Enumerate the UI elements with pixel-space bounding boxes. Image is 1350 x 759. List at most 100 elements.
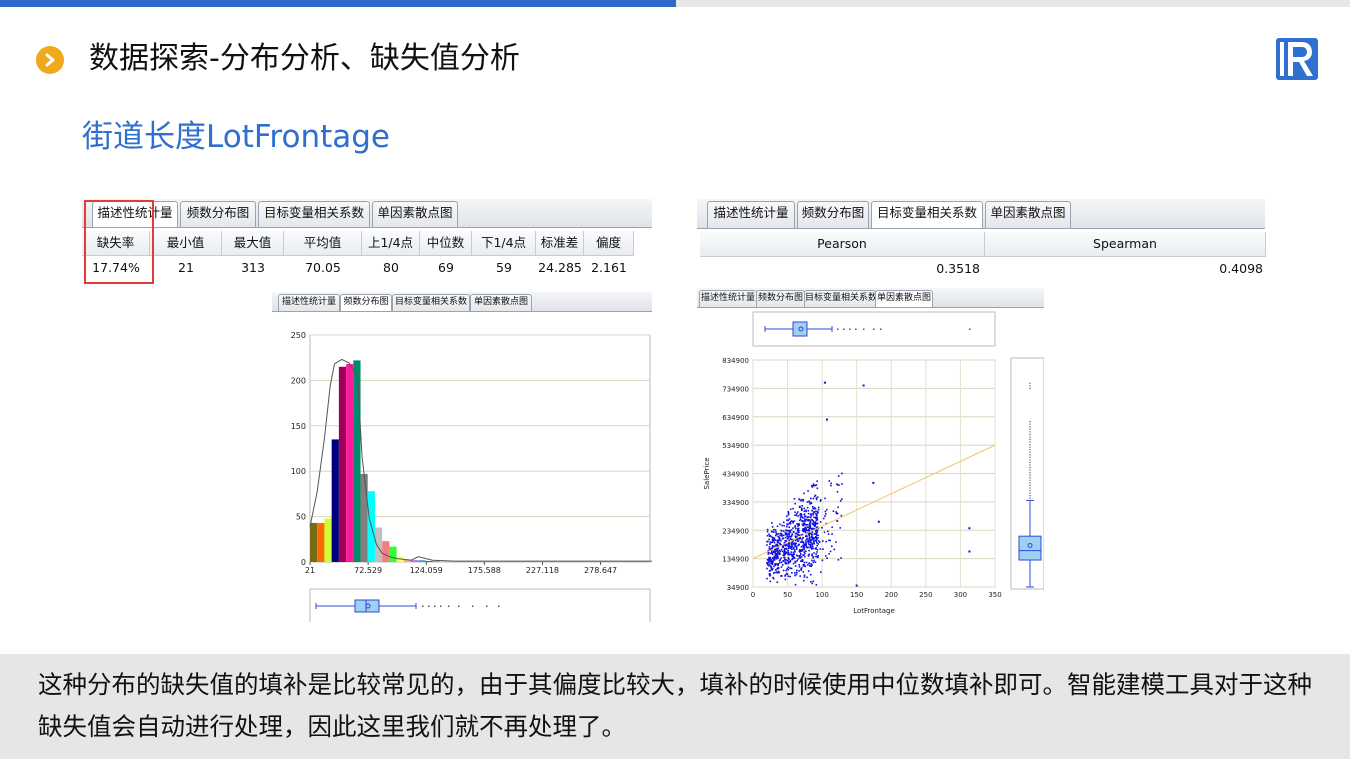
hist-y-tick: 50 [296, 513, 306, 522]
top-accent-bar [0, 0, 676, 7]
tab-descriptive-stats[interactable]: 描述性统计量 [699, 290, 757, 307]
scatter-x-tick: 100 [815, 591, 828, 599]
scatter-point [812, 547, 815, 550]
scatter-point [807, 519, 810, 521]
scatter-point [812, 561, 815, 564]
scatter-point [766, 544, 768, 546]
scatter-point [807, 512, 810, 515]
tab-single-factor-scatter[interactable]: 单因素散点图 [985, 201, 1071, 228]
scatter-point [829, 550, 832, 553]
scatter-point [790, 529, 793, 531]
scatter-point [794, 502, 796, 505]
tab-target-correlation[interactable]: 目标变量相关系数 [804, 290, 877, 307]
right-box-outlier [1029, 495, 1031, 497]
scatter-point [815, 547, 817, 549]
scatter-point [803, 544, 806, 546]
tab-frequency-chart[interactable]: 频数分布图 [797, 201, 869, 228]
scatter-point [812, 521, 815, 523]
scatter-point [815, 526, 818, 529]
scatter-point [817, 540, 820, 542]
scatter-point [788, 518, 791, 520]
scatter-y-tick: 734900 [722, 385, 749, 393]
scatter-point [808, 533, 810, 536]
right-box-outlier [1029, 492, 1031, 494]
top-box-outlier [837, 328, 839, 330]
tab-frequency-chart[interactable]: 频数分布图 [756, 290, 805, 307]
chevron-right-icon [36, 46, 64, 74]
top-box-outlier [855, 328, 857, 330]
scatter-point [813, 541, 815, 544]
tab-single-factor-scatter[interactable]: 单因素散点图 [875, 290, 933, 307]
tab-target-correlation[interactable]: 目标变量相关系数 [392, 294, 470, 311]
tab-single-factor-scatter[interactable]: 单因素散点图 [372, 201, 458, 227]
right-box-outlier [1029, 433, 1031, 435]
scatter-point [794, 511, 796, 514]
right-box-outlier [1029, 431, 1031, 433]
scatter-point [781, 564, 784, 566]
scatter-point [785, 540, 787, 542]
tab-frequency-chart[interactable]: 频数分布图 [180, 201, 256, 227]
scatter-point [778, 538, 781, 541]
scatter-point [835, 512, 838, 515]
scatter-point [803, 530, 806, 533]
scatter-point [812, 580, 815, 583]
scatter-point [802, 571, 805, 573]
scatter-point [767, 559, 770, 562]
top-box-outlier [873, 328, 875, 330]
scatter-point [776, 581, 779, 584]
scatter-point [779, 532, 782, 535]
scatter-point [786, 519, 788, 521]
scatter-point [785, 515, 788, 518]
scatter-point [766, 540, 768, 543]
scatter-point [789, 530, 791, 532]
scatter-point [782, 569, 785, 572]
scatter-point [804, 555, 806, 558]
scatter-point [792, 562, 795, 565]
scatter-point [813, 542, 816, 545]
scatter-point [768, 552, 770, 554]
scatter-point [828, 553, 830, 555]
hist-x-tick: 278.647 [584, 566, 617, 575]
stats-header-8: 偏度 [584, 231, 634, 256]
scatter-point [785, 533, 788, 535]
tab-target-correlation[interactable]: 目标变量相关系数 [258, 201, 370, 227]
right-box-outlier [1029, 449, 1031, 451]
hist-bar [346, 364, 354, 562]
scatter-point [830, 484, 832, 487]
scatter-point [827, 533, 830, 535]
tab-frequency-chart[interactable]: 频数分布图 [340, 294, 392, 311]
tab-single-factor-scatter[interactable]: 单因素散点图 [470, 294, 532, 311]
right-box-outlier [1029, 426, 1031, 428]
scatter-point [794, 514, 796, 517]
scatter-point [821, 540, 824, 542]
scatter-point [826, 530, 829, 533]
scatter-point [787, 566, 790, 569]
scatter-point [797, 534, 799, 536]
tab-descriptive-stats[interactable]: 描述性统计量 [278, 294, 340, 311]
scatter-point [796, 523, 798, 526]
scatter-point [839, 500, 842, 502]
scatter-point [787, 562, 790, 565]
right-box-outlier [1029, 456, 1031, 458]
tab-target-correlation[interactable]: 目标变量相关系数 [871, 201, 983, 228]
scatter-point [803, 551, 806, 554]
hist-bar [382, 541, 390, 562]
scatter-point [784, 561, 786, 563]
hist-bar [432, 561, 440, 562]
scatter-point [808, 535, 811, 537]
scatter-point [815, 497, 818, 499]
scatter-point [805, 545, 808, 548]
stats-header-3: 平均值 [284, 231, 362, 256]
scatter-point [766, 528, 769, 531]
scatter-point [799, 554, 801, 557]
scatter-point [798, 563, 800, 566]
scatter-point [785, 525, 788, 528]
scatter-point [817, 534, 819, 537]
scatter-point [806, 538, 808, 540]
scatter-point [766, 563, 769, 566]
scatter-point [798, 519, 801, 522]
tab-descriptive-stats[interactable]: 描述性统计量 [707, 201, 795, 228]
scatter-point [799, 516, 802, 519]
scatter-point [803, 527, 806, 530]
scatter-point [815, 536, 817, 538]
